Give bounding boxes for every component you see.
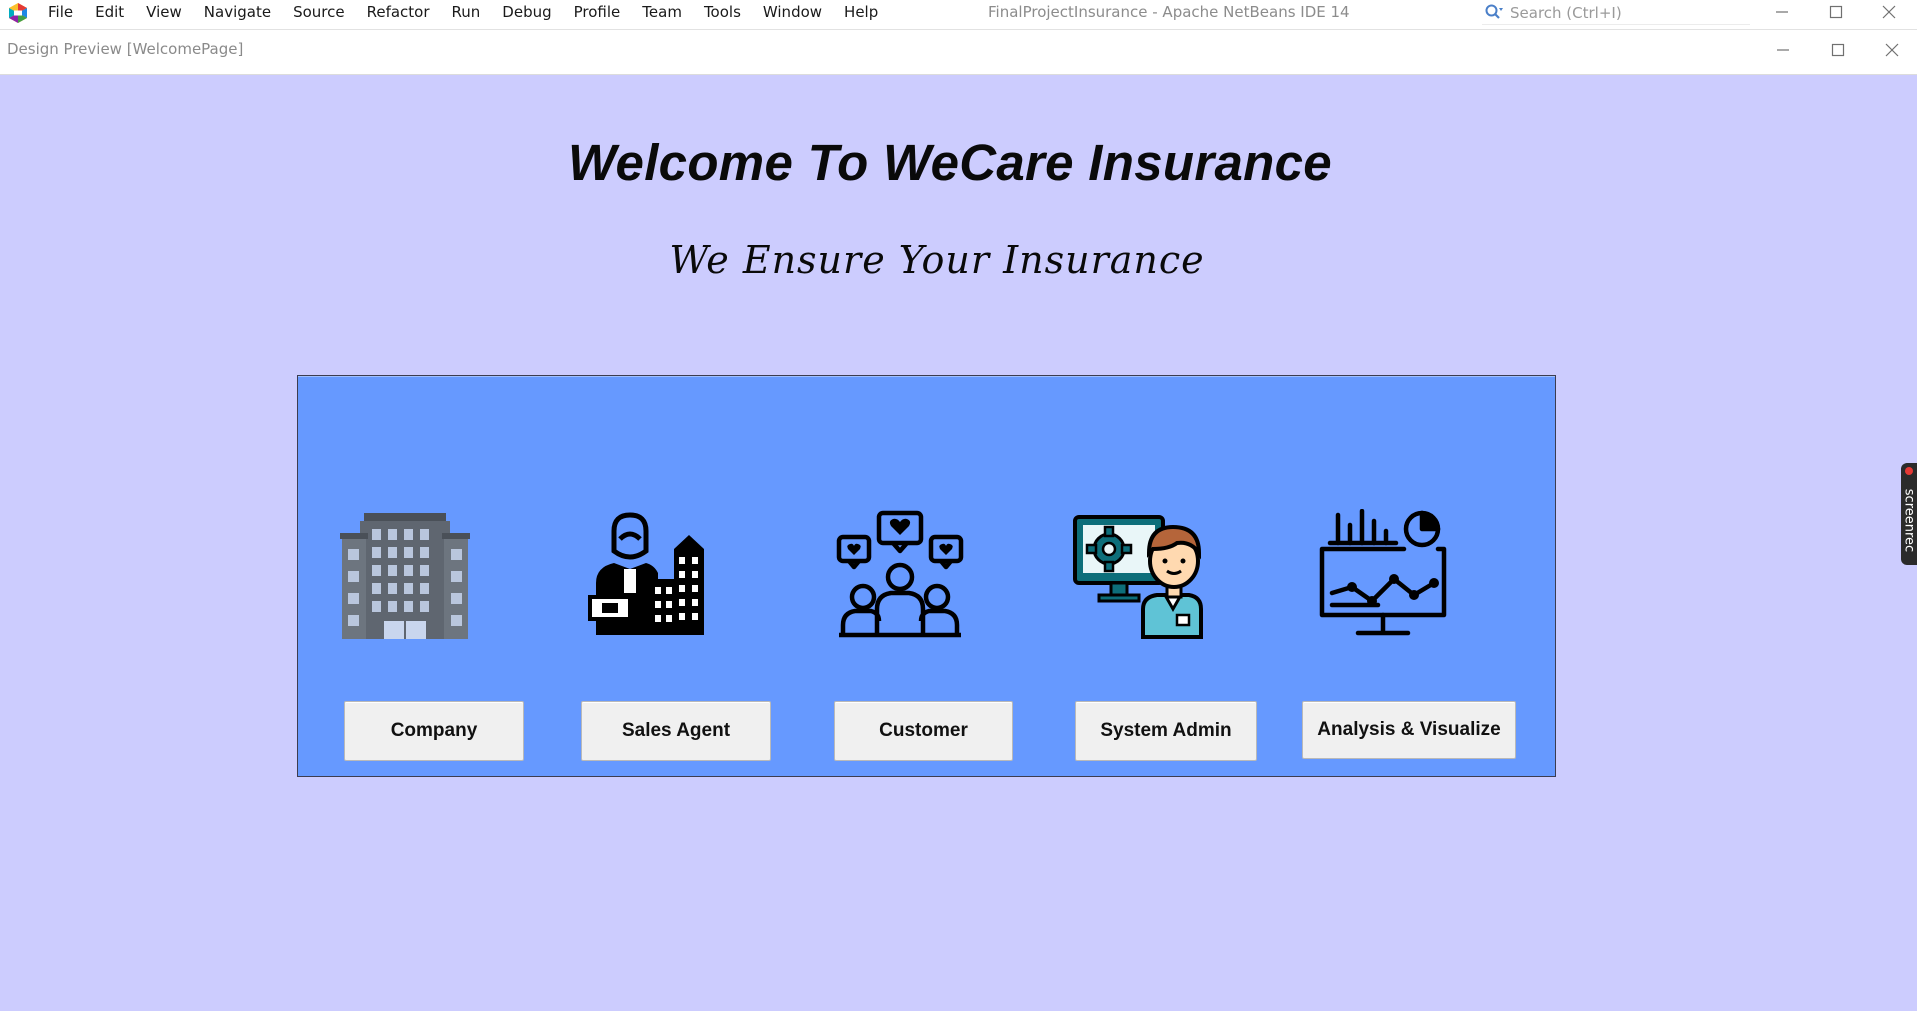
menu-debug[interactable]: Debug (491, 0, 562, 29)
menu-team[interactable]: Team (631, 0, 693, 29)
sales-agent-icon (588, 512, 704, 635)
search-icon (1485, 4, 1503, 19)
preview-title: Design Preview [WelcomePage] (7, 40, 244, 58)
menu-run[interactable]: Run (441, 0, 492, 29)
preview-close-button[interactable] (1872, 38, 1912, 62)
system-admin-button[interactable]: System Admin (1075, 701, 1257, 761)
sales-agent-button[interactable]: Sales Agent (581, 701, 771, 761)
customers-group-icon (836, 510, 964, 638)
menu-view[interactable]: View (135, 0, 193, 29)
minimize-icon (1777, 49, 1789, 51)
analysis-visualize-button[interactable]: Analysis & Visualize (1302, 701, 1516, 759)
preview-maximize-button[interactable] (1818, 38, 1858, 62)
menu-edit[interactable]: Edit (84, 0, 135, 29)
close-icon (1885, 43, 1899, 57)
screenrec-label: screenrec (1901, 488, 1917, 553)
menu-profile[interactable]: Profile (563, 0, 632, 29)
preview-window-header: Design Preview [WelcomePage] (0, 30, 1917, 75)
menu-tools[interactable]: Tools (693, 0, 752, 29)
ide-maximize-button[interactable] (1816, 0, 1856, 24)
screenrec-badge[interactable]: screenrec (1901, 463, 1917, 565)
menu-help[interactable]: Help (833, 0, 889, 29)
window-title: FinalProjectInsurance - Apache NetBeans … (988, 3, 1350, 21)
menu-window[interactable]: Window (752, 0, 833, 29)
record-dot-icon (1905, 467, 1913, 475)
maximize-icon (1831, 43, 1845, 57)
company-button[interactable]: Company (344, 701, 524, 761)
menu-source[interactable]: Source (282, 0, 356, 29)
menu-items: File Edit View Navigate Source Refactor … (48, 0, 889, 29)
ide-close-button[interactable] (1869, 0, 1909, 24)
system-admin-icon (1073, 515, 1203, 639)
page-title: Welcome To WeCare Insurance (568, 134, 1332, 191)
search-placeholder: Search (Ctrl+I) (1510, 4, 1622, 22)
menu-file[interactable]: File (48, 0, 84, 29)
menu-navigate[interactable]: Navigate (193, 0, 282, 29)
office-building-icon (340, 513, 470, 639)
close-icon (1882, 5, 1896, 19)
ide-menubar: File Edit View Navigate Source Refactor … (0, 0, 1917, 30)
customer-button[interactable]: Customer (834, 701, 1013, 761)
ide-minimize-button[interactable] (1762, 0, 1802, 24)
netbeans-logo-icon[interactable] (7, 2, 29, 24)
maximize-icon (1829, 5, 1843, 19)
preview-minimize-button[interactable] (1763, 38, 1803, 62)
analytics-dashboard-icon (1319, 509, 1447, 636)
search-input[interactable]: Search (Ctrl+I) (1482, 2, 1750, 25)
role-panel: Company Sales Agent Customer System Admi… (297, 375, 1556, 777)
welcome-form: Welcome To WeCare Insurance We Ensure Yo… (0, 75, 1917, 1011)
menu-refactor[interactable]: Refactor (356, 0, 441, 29)
minimize-icon (1776, 11, 1788, 13)
tagline: We Ensure Your Insurance (669, 238, 1205, 282)
